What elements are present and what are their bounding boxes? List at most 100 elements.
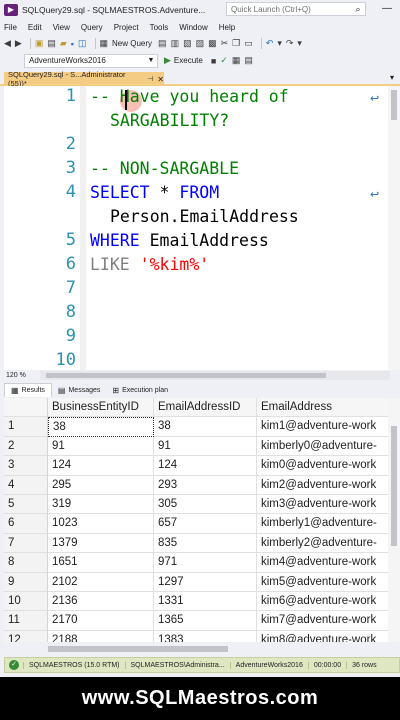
cell-business-entity-id[interactable]: 1651 [48,553,154,573]
execute-button[interactable]: ▶ Execute [164,55,203,66]
new-query-button[interactable]: New Query [112,39,152,48]
menu-query[interactable]: Query [81,23,103,32]
cell-email-address-id[interactable]: 293 [154,475,257,495]
menu-window[interactable]: Window [179,23,207,32]
table-row[interactable]: 5 319 305 kim3@adventure-work [4,495,400,515]
cell-email-address-id[interactable]: 1365 [154,611,257,631]
pin-icon[interactable]: ⊣ [147,75,153,83]
row-number[interactable]: 6 [4,514,48,534]
cell-email-address-id[interactable]: 657 [154,514,257,534]
column-header[interactable]: EmailAddress [257,398,388,418]
cell-email-address[interactable]: kimberly1@adventure- [257,514,388,534]
cell-email-address[interactable]: kim3@adventure-work [257,495,388,515]
open-icon[interactable]: ▤ [47,38,56,49]
results-grid[interactable]: BusinessEntityID EmailAddressID EmailAdd… [4,398,400,642]
menu-tools[interactable]: Tools [150,23,169,32]
cell-business-entity-id[interactable]: 1379 [48,533,154,554]
column-header[interactable]: BusinessEntityID [48,398,154,418]
tab-results[interactable]: ▦ Results [4,383,52,397]
grid-vertical-scrollbar[interactable] [388,398,400,642]
table-row[interactable]: 7 1379 835 kimberly2@adventure- [4,533,400,554]
cell-email-address[interactable]: kimberly2@adventure- [257,534,388,554]
xmla-icon[interactable]: ▨ [196,38,205,49]
row-number[interactable]: 1 [4,417,48,437]
table-row[interactable]: 4 295 293 kim2@adventure-work [4,475,400,495]
tab-overflow-icon[interactable]: ▾ [390,73,394,82]
scrollbar-thumb[interactable] [391,90,397,120]
menu-project[interactable]: Project [114,23,139,32]
zoom-select[interactable]: 120 % [4,372,40,379]
minimize-button[interactable]: — [382,3,392,14]
cell-email-address[interactable]: kim7@adventure-work [257,611,388,631]
cell-email-address[interactable]: kimberly0@adventure- [257,437,388,457]
row-number[interactable]: 11 [4,611,48,631]
cell-business-entity-id[interactable]: 2136 [48,592,154,612]
cell-email-address[interactable]: kim0@adventure-work [257,456,388,476]
menu-file[interactable]: File [4,23,17,32]
cell-email-address-id[interactable]: 305 [154,495,257,515]
database-select[interactable]: AdventureWorks2016 ▼ [24,53,158,68]
save-all-icon[interactable]: ◫ [78,38,87,49]
cell-email-address[interactable]: kim4@adventure-work [257,553,388,573]
parse-icon[interactable]: ✓ [220,55,228,66]
menu-view[interactable]: View [53,23,70,32]
table-row[interactable]: 9 2102 1297 kim5@adventure-work [4,572,400,592]
tab-messages[interactable]: ▤ Messages [52,383,106,397]
cell-email-address[interactable]: kim1@adventure-work [257,417,388,437]
row-number[interactable]: 10 [4,592,48,612]
cut-icon[interactable]: ✂ [221,38,229,49]
table-row[interactable]: 12 2188 1383 kim8@adventure-work [4,630,400,642]
cell-business-entity-id[interactable]: 1023 [48,514,154,534]
new-file-icon[interactable]: ▣ [35,38,44,49]
query-editor[interactable]: 1 2 3 4 5 6 7 8 9 10 -- Have you heard o… [4,86,400,370]
cell-business-entity-id[interactable]: 124 [48,456,154,476]
row-number[interactable]: 7 [4,533,48,554]
row-number[interactable]: 3 [4,456,48,476]
cell-email-address-id[interactable]: 1383 [154,630,257,642]
cell-business-entity-id[interactable]: 2188 [48,630,154,642]
grid-corner[interactable] [4,398,48,418]
row-number[interactable]: 12 [4,630,48,642]
editor-vertical-scrollbar[interactable] [388,86,400,370]
tab-execution-plan[interactable]: ⊞ Execution plan [106,383,174,397]
cell-business-entity-id[interactable]: 2170 [48,611,154,631]
table-row[interactable]: 8 1651 971 kim4@adventure-work [4,553,400,573]
quick-launch-input[interactable]: Quick Launch (Ctrl+Q) ⌕ [226,2,366,16]
mdx-icon[interactable]: ▥ [171,38,180,49]
open-folder-icon[interactable]: ▰ [60,38,67,49]
display-plan-icon[interactable]: ▦ [232,55,241,66]
column-header[interactable]: EmailAddressID [154,398,257,418]
row-number[interactable]: 2 [4,436,48,457]
scrollbar-thumb[interactable] [46,373,326,378]
redo-dropdown-icon[interactable]: ▾ [297,38,302,49]
back-icon[interactable]: ◀ [4,38,11,49]
cell-business-entity-id[interactable]: 2102 [48,572,154,592]
query-tab[interactable]: SQLQuery29.sql - S...Administrator (55))… [4,70,164,88]
undo-icon[interactable]: ↶ [266,38,274,49]
menu-edit[interactable]: Edit [28,23,42,32]
row-number[interactable]: 4 [4,475,48,495]
save-icon[interactable]: ▪ [71,39,74,49]
undo-dropdown-icon[interactable]: ▾ [277,38,282,49]
table-row[interactable]: 2 91 91 kimberly0@adventure- [4,436,400,457]
row-number[interactable]: 8 [4,553,48,573]
paste-icon[interactable]: ▭ [244,38,253,49]
cell-business-entity-id[interactable]: 319 [48,495,154,515]
cell-email-address[interactable]: kim5@adventure-work [257,573,388,592]
copy-icon[interactable]: ❐ [232,38,240,49]
cell-email-address[interactable]: kim2@adventure-work [257,476,388,495]
menu-help[interactable]: Help [219,23,235,32]
cell-email-address-id[interactable]: 91 [154,436,257,457]
cell-email-address[interactable]: kim8@adventure-work [257,631,388,642]
forward-icon[interactable]: ▶ [15,38,22,49]
cell-email-address-id[interactable]: 1297 [154,572,257,592]
cell-email-address-id[interactable]: 971 [154,553,257,573]
table-row[interactable]: 3 124 124 kim0@adventure-work [4,456,400,476]
results-to-icon[interactable]: ▤ [244,55,253,66]
row-number[interactable]: 5 [4,495,48,515]
cell-business-entity-id[interactable]: 295 [48,475,154,495]
grid-horizontal-scrollbar[interactable] [4,642,400,656]
scrollbar-thumb[interactable] [48,646,228,652]
row-number[interactable]: 9 [4,572,48,592]
editor-horizontal-scrollbar[interactable] [40,371,390,380]
